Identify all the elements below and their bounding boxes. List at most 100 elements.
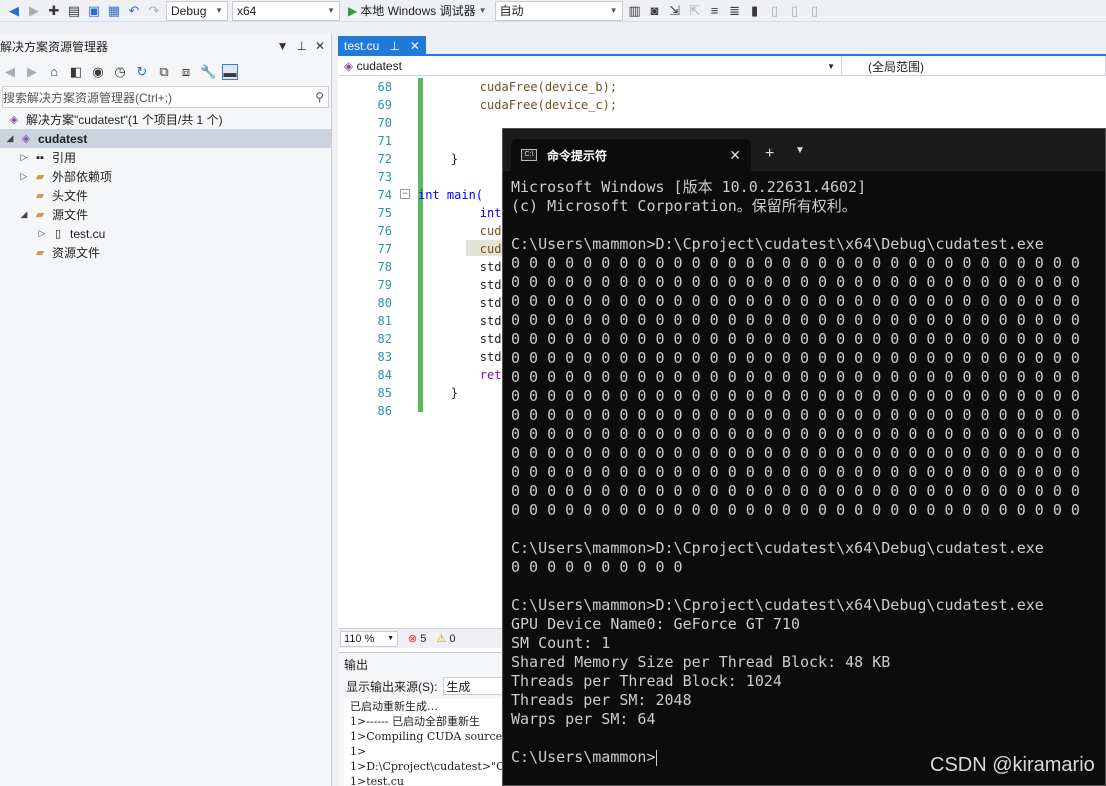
tree-item-project[interactable]: ◢ ◈ cudatest [0, 129, 331, 148]
bookmark-icon[interactable]: ▮ [747, 3, 763, 19]
new-project-icon[interactable]: ✚ [46, 3, 62, 19]
collapse-arrow-icon[interactable]: ▷ [18, 152, 30, 163]
tree-item-external-deps[interactable]: ▷ ▰ 外部依赖项 [0, 167, 331, 186]
dropdown-icon[interactable]: ▼ [277, 39, 289, 53]
solution-explorer-toolbar: ◀ ▶ ⌂ ◧ ◉ ◷ ↻ ⧉ ⧈ 🔧 ▬ [0, 58, 331, 86]
collapse-arrow-icon[interactable]: ▷ [18, 171, 30, 182]
tree-item-label: cudatest [38, 131, 88, 146]
back-icon[interactable]: ◀ [6, 3, 22, 19]
history-icon[interactable]: ◷ [112, 64, 128, 80]
back-icon[interactable]: ◀ [2, 64, 18, 80]
save-icon[interactable]: ▣ [86, 3, 102, 19]
new-tab-icon[interactable]: + [765, 145, 774, 163]
chevron-down-icon: ▼ [827, 61, 835, 71]
project-icon: ◈ [21, 132, 31, 145]
watermark: CSDN @kiramario [930, 754, 1095, 776]
tree-item-test-cu[interactable]: ▷ ▯ test.cu [0, 224, 331, 243]
tree-item-header-files[interactable]: ▰ 头文件 [0, 186, 331, 205]
error-count[interactable]: ⊗ 5 [408, 632, 426, 645]
warning-count[interactable]: ⚠ 0 [436, 632, 455, 645]
undo-icon[interactable]: ↶ [126, 3, 142, 19]
run-debugger-button[interactable]: ▶ 本地 Windows 调试器 ▼ [344, 2, 491, 19]
solution-search-input[interactable]: 搜索解决方案资源管理器(Ctrl+;) ⚲ [2, 86, 329, 108]
terminal-tab[interactable]: C:\ 命令提示符 ✕ [511, 139, 751, 171]
config-value: Debug [171, 3, 207, 18]
folder-icon: ▰ [35, 170, 45, 183]
command-prompt-window: C:\ 命令提示符 ✕ + ▼ Microsoft Windows [版本 10… [502, 128, 1106, 786]
forward-icon[interactable]: ▶ [26, 3, 42, 19]
terminal-line: 0 0 0 0 0 0 0 0 0 0 0 0 0 0 0 0 0 0 0 0 … [511, 273, 1080, 291]
collapse-all-icon[interactable]: ⧉ [156, 64, 172, 80]
pin-icon[interactable]: ⊥ [389, 39, 399, 53]
zoom-dropdown[interactable]: 110 % ▼ [340, 630, 398, 647]
line-number: 71 [377, 134, 392, 148]
line-number: 74 [377, 188, 392, 202]
chevron-down-icon: ▼ [609, 6, 618, 15]
solution-icon: ◈ [9, 113, 19, 126]
tree-item-source-files[interactable]: ◢ ▰ 源文件 [0, 205, 331, 224]
terminal-line: 0 0 0 0 0 0 0 0 0 0 [511, 558, 683, 576]
error-count-value: 5 [420, 633, 427, 645]
scope-dropdown[interactable]: (全局范围) [842, 56, 1106, 76]
platform-dropdown[interactable]: x64 ▼ [232, 0, 340, 21]
bookmark-prev-icon[interactable]: ▯ [767, 3, 783, 19]
line-number: 81 [377, 314, 392, 328]
globe-icon[interactable]: ◉ [90, 64, 106, 80]
close-icon[interactable]: ✕ [410, 39, 420, 53]
camera-icon[interactable]: ◙ [647, 3, 663, 19]
outdent-icon[interactable]: ≣ [727, 3, 743, 19]
terminal-line: Warps per SM: 64 [511, 710, 656, 728]
tree-item-solution[interactable]: ◈ 解决方案"cudatest"(1 个项目/共 1 个) [0, 110, 331, 129]
search-icon: ⚲ [315, 90, 324, 104]
indent-icon[interactable]: ≡ [707, 3, 723, 19]
play-icon: ▶ [348, 3, 358, 18]
expand-arrow-icon[interactable]: ◢ [4, 133, 16, 144]
bookmark-clear-icon[interactable]: ▯ [807, 3, 823, 19]
tree-item-references[interactable]: ▷ ▪▪ 引用 [0, 148, 331, 167]
tab-test-cu[interactable]: test.cu ⊥ ✕ [338, 36, 426, 56]
bookmark-next-icon[interactable]: ▯ [787, 3, 803, 19]
search-placeholder: 搜索解决方案资源管理器(Ctrl+;) [3, 90, 172, 105]
solution-explorer-title: 解决方案资源管理器 [0, 39, 109, 54]
terminal-line: Threads per SM: 2048 [511, 691, 692, 709]
config-dropdown[interactable]: Debug ▼ [166, 0, 228, 21]
properties-icon[interactable]: 🔧 [200, 64, 216, 80]
code-line: 69 cudaFree(device_c); [338, 96, 1106, 114]
editor-navigation-bar: ◈ cudatest ▼ (全局范围) [338, 56, 1106, 76]
chevron-down-icon[interactable]: ▼ [795, 145, 805, 156]
terminal-output[interactable]: Microsoft Windows [版本 10.0.22631.4602] (… [503, 171, 1105, 767]
preview-icon[interactable]: ▬ [222, 64, 238, 80]
open-folder-icon[interactable]: ▤ [66, 3, 82, 19]
refresh-icon[interactable]: ↻ [134, 64, 150, 80]
warning-icon: ⚠ [436, 633, 447, 645]
redo-icon[interactable]: ↷ [146, 3, 162, 19]
pin-icon[interactable]: ⊥ [296, 39, 306, 53]
collapse-arrow-icon[interactable]: ▷ [36, 228, 48, 239]
step-over-icon[interactable]: ⇱ [687, 3, 703, 19]
project-dropdown[interactable]: ◈ cudatest ▼ [338, 56, 842, 76]
save-all-icon[interactable]: ▦ [106, 3, 122, 19]
terminal-line: 0 0 0 0 0 0 0 0 0 0 0 0 0 0 0 0 0 0 0 0 … [511, 254, 1080, 272]
tree-item-resource-files[interactable]: ▰ 资源文件 [0, 243, 331, 262]
collapse-icon[interactable]: − [400, 189, 410, 199]
close-icon[interactable]: ✕ [729, 147, 741, 164]
switch-views-icon[interactable]: ◧ [68, 64, 84, 80]
forward-icon[interactable]: ▶ [24, 64, 40, 80]
home-icon[interactable]: ⌂ [46, 64, 62, 80]
zoom-value: 110 % [344, 632, 375, 645]
browse-icon[interactable]: ▥ [627, 3, 643, 19]
expand-arrow-icon[interactable]: ◢ [18, 209, 30, 220]
chevron-down-icon: ▼ [387, 635, 394, 642]
warning-count-value: 0 [449, 633, 456, 645]
tree-item-label: 解决方案"cudatest"(1 个项目/共 1 个) [26, 113, 223, 127]
step-icon[interactable]: ⇲ [667, 3, 683, 19]
run-mode-dropdown[interactable]: 自动 ▼ [494, 0, 623, 21]
close-icon[interactable]: ✕ [315, 39, 325, 53]
show-all-files-icon[interactable]: ⧈ [178, 64, 194, 80]
references-icon: ▪▪ [36, 151, 44, 164]
line-number: 79 [377, 278, 392, 292]
